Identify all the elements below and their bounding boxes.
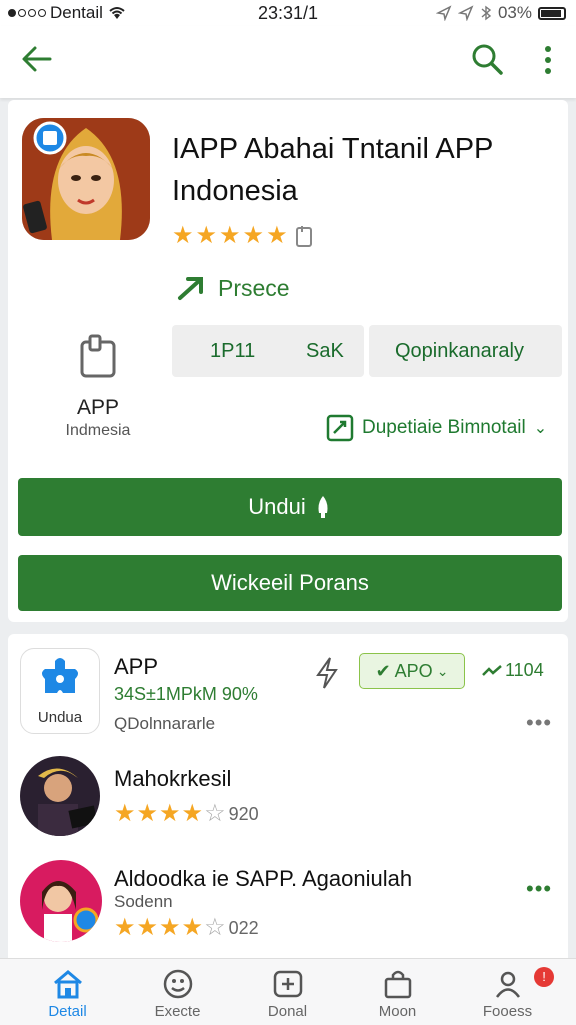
star-icon: ★ [195,222,218,249]
star-icon: ★ [172,222,194,249]
notification-badge: ! [534,967,554,987]
nav-item-moon[interactable]: Moon [340,959,455,1025]
rocket-icon [318,496,328,518]
bag-icon [384,970,412,999]
list-item[interactable]: Undua APP 34S±1MPkM 90% QDolnnararle ✔ A… [8,634,568,750]
nav-item-fooess[interactable]: ! Fooess [450,959,565,1025]
trend-count: 1104 [482,660,544,681]
related-subtitle: Sodenn [114,892,173,911]
tag-label: 1P11 [210,340,256,362]
bottom-navigation: Detail Execte Donal Moon ! Fooess [0,958,576,1025]
chevron-down-icon: ⌄ [533,420,548,437]
related-rating-value: 022 [228,917,259,938]
back-arrow-icon[interactable] [20,44,54,74]
details-link-label: Dupetiaie Bimnotail [362,417,526,438]
tag-pill-1[interactable]: 1P11 SaK [172,325,364,377]
app-badge-sub: Indmesia [65,422,131,439]
arrow-up-right-icon [178,277,203,300]
related-icon-label: Undua [37,709,83,726]
search-icon[interactable] [470,42,504,76]
check-icon: ✔ [375,660,391,681]
more-horiz-icon[interactable]: ••• [526,710,552,736]
navigation-icon [457,5,474,21]
star-icon: ★ [136,914,159,941]
battery-percent: 03% [497,3,532,22]
nav-label: Donal [267,1003,308,1020]
star-icon: ★ [181,914,204,941]
related-meta: QDolnnararle [114,714,216,733]
top-app-bar [0,26,576,98]
related-apps-card: Undua APP 34S±1MPkM 90% QDolnnararle ✔ A… [8,634,568,964]
plus-box-icon [273,970,303,998]
details-link[interactable]: Dupetiaie Bimnotail ⌄ [326,414,547,442]
related-app-icon[interactable]: Undua [20,648,100,734]
bookmark-icon[interactable] [294,224,314,248]
lightning-icon[interactable] [312,656,342,690]
location-icon [435,5,452,21]
tag-label: SaK [306,340,344,362]
star-icon: ★ [159,914,181,941]
nav-label: Execte [154,1003,201,1020]
related-rating: ★ ★ ★ ★ ☆ 022 [114,916,259,940]
person-icon [495,971,521,998]
star-empty-icon: ☆ [204,914,226,941]
tag-pill-2[interactable]: Qopinkanaraly [369,325,562,377]
app-rating: ★ ★ ★ ★ ★ [172,224,314,248]
star-icon: ★ [159,800,181,827]
star-icon: ★ [136,800,159,827]
presence-row[interactable]: Prsece [176,274,290,302]
star-icon: ★ [114,914,136,941]
nav-item-detail[interactable]: Detail [10,959,125,1025]
star-icon: ★ [266,222,288,249]
app-detail-card: IAPP Abahai Tntanil APP Indonesia ★ ★ ★ … [8,100,568,622]
star-icon: ★ [114,800,136,827]
battery-icon [538,6,566,20]
star-icon: ★ [219,222,241,249]
download-button[interactable]: Undui [18,478,562,536]
star-empty-icon: ☆ [204,800,226,827]
star-icon: ★ [181,800,204,827]
app-badge-label: APP [76,396,120,419]
tag-label: Qopinkanaraly [395,340,524,362]
home-icon [54,970,82,999]
more-vert-icon[interactable] [538,44,558,76]
app-title: IAPP Abahai Tntanil APP Indonesia [172,133,493,207]
related-rating: ★ ★ ★ ★ ☆ 920 [114,802,259,826]
related-title: Mahokrkesil [114,766,232,791]
bluetooth-icon [481,5,492,21]
related-title: Aldoodka ie SAPP. Agaoniulah [114,866,413,891]
trend-up-icon [482,664,502,676]
app-icon[interactable] [22,118,150,240]
related-title: APP [114,654,159,679]
related-app-avatar[interactable] [20,860,102,942]
puzzle-icon [42,658,78,693]
download-button-label: Undui [248,494,306,519]
more-horiz-icon[interactable]: ••• [526,876,552,902]
presence-label: Prsece [218,274,290,301]
nav-label: Fooess [482,1003,533,1020]
secondary-button-label: Wickeeil Porans [211,570,369,595]
list-item[interactable]: Mahokrkesil ★ ★ ★ ★ ☆ 920 [8,750,568,850]
status-right: 03% [435,3,566,23]
smiley-icon [163,969,193,999]
chevron-down-icon: ⌄ [436,662,449,679]
related-badge-label: APO [394,660,433,681]
document-icon [80,334,116,378]
related-rating-value: 920 [228,803,259,824]
status-bar: Dentail 23:31/1 03% [0,0,576,26]
nav-item-execte[interactable]: Execte [120,959,235,1025]
nav-label: Moon [378,1003,417,1020]
nav-label: Detail [48,1003,87,1020]
related-badge[interactable]: ✔ APO ⌄ [359,653,465,689]
list-item[interactable]: Aldoodka ie SAPP. Agaoniulah Sodenn ★ ★ … [8,854,568,964]
nav-item-donal[interactable]: Donal [230,959,345,1025]
secondary-button[interactable]: Wickeeil Porans [18,555,562,611]
trend-count-value: 1104 [505,660,544,680]
star-icon: ★ [242,222,265,249]
related-subtitle: 34S±1MPkM 90% [114,684,258,704]
edit-box-icon [326,414,354,442]
related-app-avatar[interactable] [20,756,100,836]
